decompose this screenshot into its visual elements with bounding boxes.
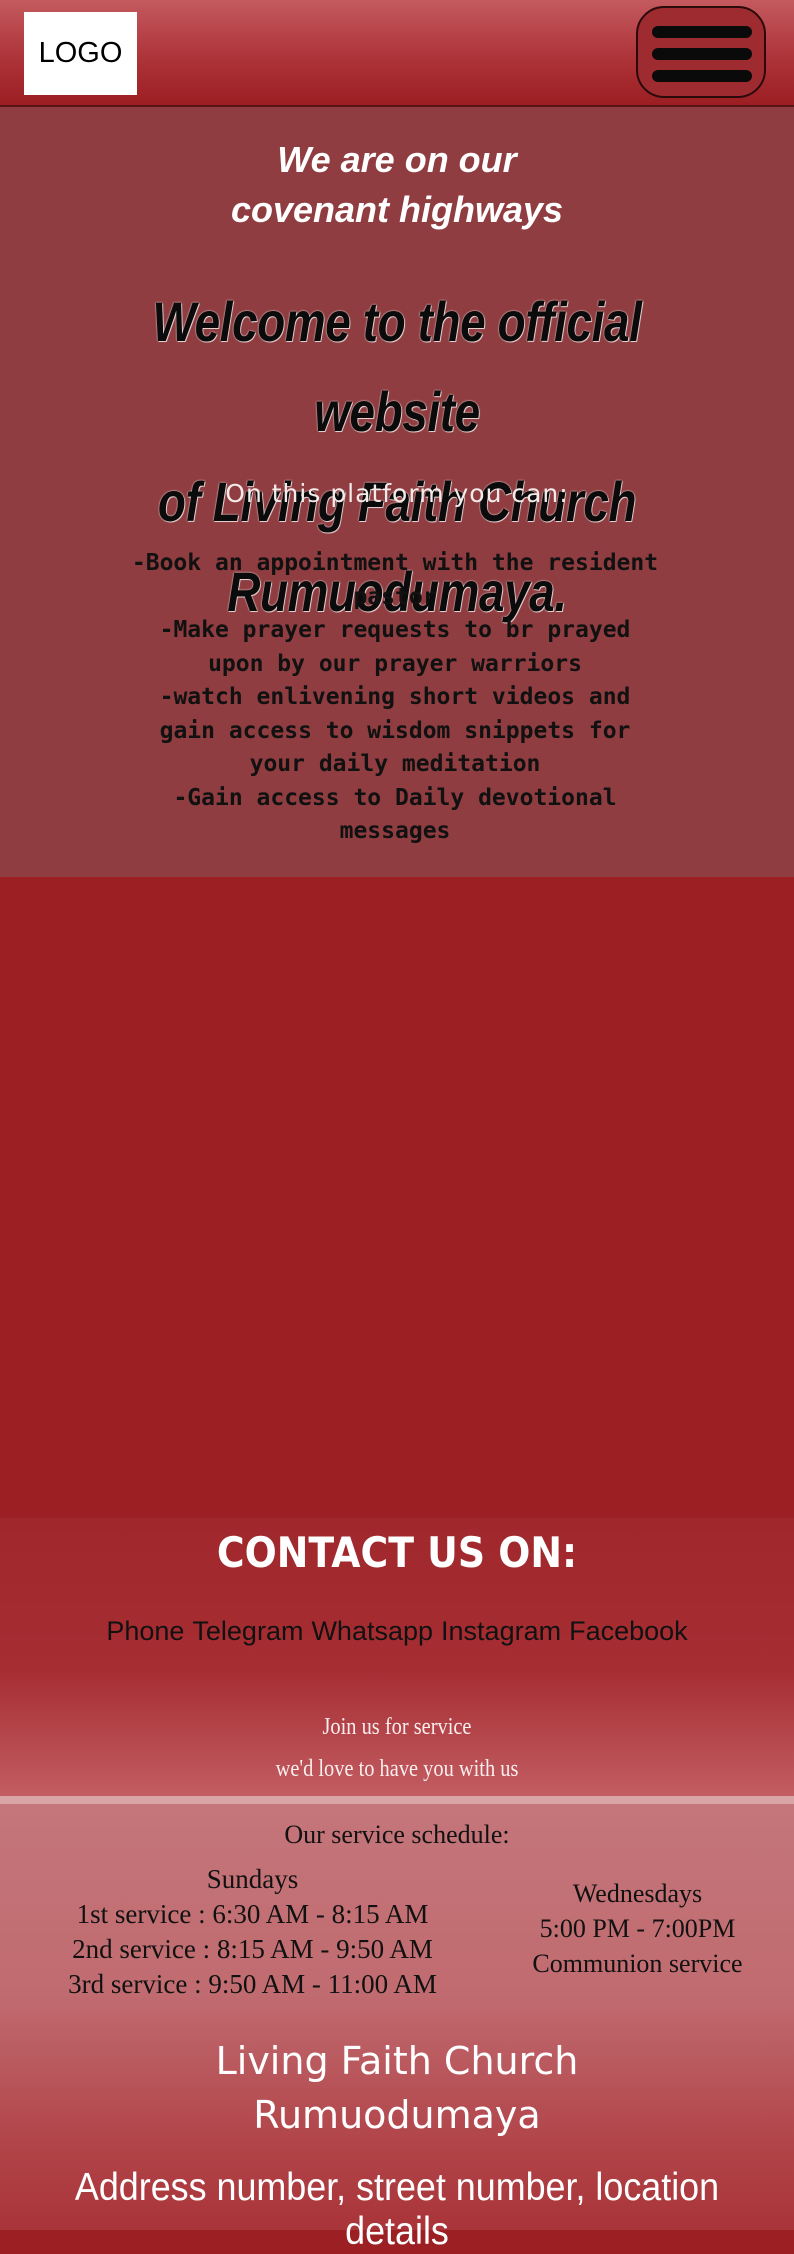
feature-line: -Book an appointment with the resident: [131, 550, 659, 576]
logo[interactable]: LOGO: [24, 12, 137, 95]
features-list: -Book an appointment with the resident p…: [110, 547, 680, 849]
wednesday-schedule: Wednesdays 5:00 PM - 7:00PM Communion se…: [510, 1876, 765, 1981]
feature-line: -Gain access to Daily devotional: [173, 784, 617, 811]
platform-intro: On this platform you can:: [225, 479, 569, 508]
feature-line: upon by our prayer warriors: [208, 650, 582, 677]
feature-line: gain access to wisdom snippets for: [159, 717, 631, 744]
facebook-link[interactable]: Facebook: [569, 1616, 688, 1647]
welcome-line-1: Welcome to the official website: [152, 290, 642, 443]
church-name-line-1: Living Faith Church: [215, 2039, 579, 2083]
join-invitation: Join us for service we'd love to have yo…: [60, 1706, 735, 1790]
sunday-service-3: 3rd service : 9:50 AM - 11:00 AM: [68, 1969, 437, 1999]
sunday-service-2: 2nd service : 8:15 AM - 9:50 AM: [72, 1934, 433, 1964]
whatsapp-link[interactable]: Whatsapp: [311, 1616, 433, 1647]
tagline: We are on our covenant highways: [0, 135, 794, 235]
join-line-1: Join us for service: [322, 1714, 472, 1740]
site-header: LOGO: [0, 0, 794, 107]
wednesday-label: Wednesdays: [572, 1879, 703, 1908]
contact-title: CONTACT US ON:: [216, 1528, 578, 1577]
wednesday-service: Communion service: [532, 1949, 743, 1978]
section-divider: [0, 1796, 794, 1804]
feature-line: pastor: [353, 583, 437, 610]
sunday-service-1: 1st service : 6:30 AM - 8:15 AM: [76, 1899, 429, 1929]
sunday-schedule: Sundays 1st service : 6:30 AM - 8:15 AM …: [30, 1862, 475, 2002]
menu-bar-top: [652, 26, 752, 38]
feature-line: messages: [339, 818, 451, 844]
wednesday-time: 5:00 PM - 7:00PM: [539, 1914, 736, 1943]
menu-bar-bottom: [652, 70, 752, 82]
church-name-line-2: Rumuodumaya: [253, 2093, 541, 2137]
schedule-section: Our service schedule: Sundays 1st servic…: [0, 1804, 794, 2253]
feature-line: your daily meditation: [249, 751, 541, 777]
contact-channels: Phone Telegram Whatsapp Instagram Facebo…: [0, 1616, 794, 1647]
join-line-2: we'd love to have you with us: [275, 1756, 519, 1782]
tagline-line-2: covenant highways: [230, 189, 564, 230]
church-name: Living Faith Church Rumuodumaya: [0, 2034, 794, 2142]
hero-section: We are on our covenant highways Welcome …: [0, 107, 794, 877]
instagram-link[interactable]: Instagram: [441, 1616, 561, 1647]
church-address: Address number, street number, location …: [74, 2166, 720, 2253]
menu-bar-middle: [652, 48, 752, 60]
telegram-link[interactable]: Telegram: [192, 1616, 303, 1647]
schedule-title: Our service schedule:: [284, 1820, 510, 1849]
phone-link[interactable]: Phone: [106, 1616, 184, 1647]
feature-line: -watch enlivening short videos and: [159, 684, 631, 710]
hamburger-menu-icon[interactable]: [636, 6, 766, 98]
feature-line: -Make prayer requests to br prayed: [159, 617, 631, 643]
contact-section: CONTACT US ON: Phone Telegram Whatsapp I…: [0, 1518, 794, 1796]
sunday-label: Sundays: [206, 1864, 299, 1894]
tagline-line-1: We are on our: [277, 139, 517, 180]
